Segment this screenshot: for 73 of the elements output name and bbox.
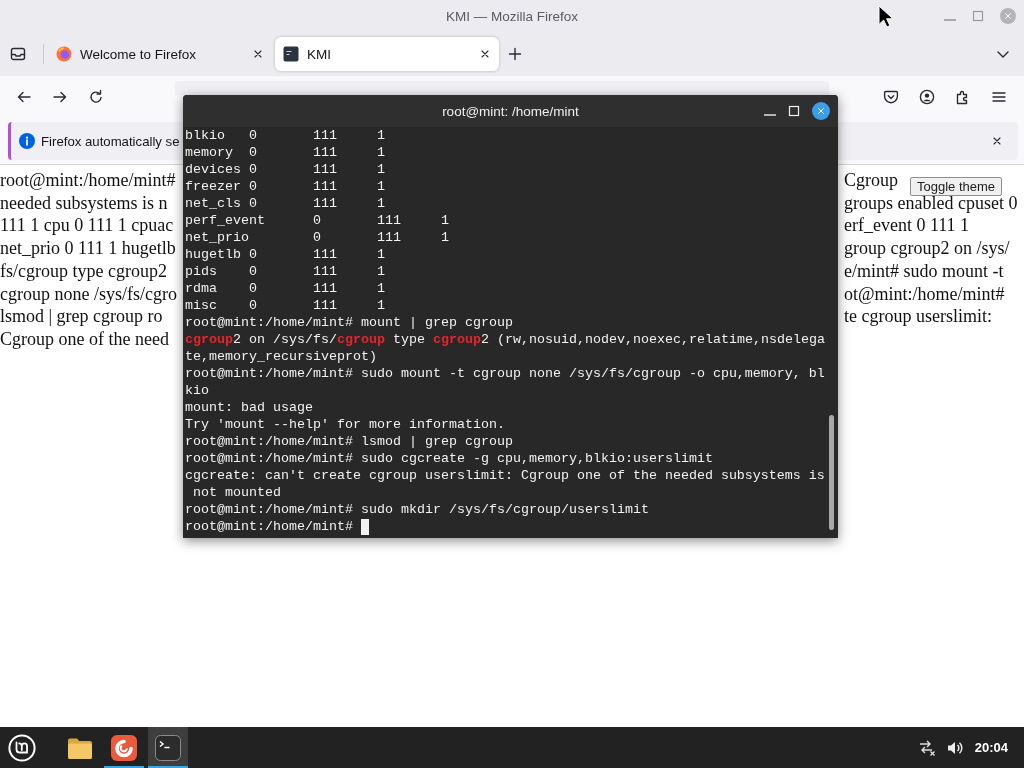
maximize-icon bbox=[972, 10, 984, 22]
tray-icon bbox=[10, 46, 26, 62]
terminal-line: cgcreate: can't create cgroup userslimit: Cgroup one of the needed subsystems is bbox=[185, 467, 826, 484]
info-icon bbox=[19, 133, 35, 149]
close-icon bbox=[816, 106, 826, 116]
terminal-line: devices 0 111 1 bbox=[185, 161, 386, 178]
terminal-line: misc 0 111 1 bbox=[185, 297, 386, 314]
tooltip: Toggle theme bbox=[910, 177, 1003, 196]
terminal-line: kio bbox=[185, 382, 210, 399]
terminal-line: cgroup2 on /sys/fs/cgroup type cgroup2 (rw,nosuid,nodev,noexec,relatime,nsdelega bbox=[185, 331, 826, 348]
terminal-icon bbox=[154, 733, 182, 762]
page-text: cgroup none /sys/fs/cgro bbox=[0, 282, 177, 306]
terminal-line: not mounted bbox=[192, 484, 282, 501]
scrollbar-thumb[interactable] bbox=[829, 415, 834, 530]
page-favicon-icon bbox=[283, 46, 299, 62]
terminal-line: pids 0 111 1 bbox=[185, 263, 386, 280]
back-icon bbox=[16, 89, 32, 105]
terminal-line: perf_event 0 111 1 bbox=[185, 212, 450, 229]
minimize-icon bbox=[944, 19, 956, 21]
page-text: needed subsystems is n bbox=[0, 191, 168, 215]
terminal-line: hugetlb 0 111 1 bbox=[185, 246, 386, 263]
clock: 20:04 bbox=[974, 740, 1008, 755]
terminal-line: freezer 0 111 1 bbox=[185, 178, 386, 195]
terminal-line: te,memory_recursiveprot) bbox=[185, 348, 378, 365]
mouse-pointer-icon bbox=[878, 5, 894, 28]
plus-icon bbox=[507, 46, 523, 62]
terminal-line: rdma 0 111 1 bbox=[185, 280, 386, 297]
page-text: e/mint# sudo mount -t bbox=[844, 259, 1004, 283]
browser-tab[interactable]: Welcome to Firefox bbox=[48, 37, 272, 71]
terminal-line: root@mint:/home/mint# bbox=[185, 518, 353, 535]
reload-icon bbox=[88, 89, 104, 105]
terminal-line: mount: bad usage bbox=[185, 399, 314, 416]
maximize-icon bbox=[788, 105, 800, 117]
account-icon bbox=[919, 89, 935, 105]
window-title: KMI — Mozilla Firefox bbox=[446, 8, 578, 24]
url-field[interactable] bbox=[175, 81, 829, 95]
menu-icon bbox=[991, 89, 1007, 105]
terminal-line: blkio 0 111 1 bbox=[185, 127, 386, 144]
close-icon bbox=[991, 135, 1003, 147]
terminal-line: root@mint:/home/mint# mount | grep cgroup bbox=[185, 314, 514, 331]
page-text: lsmod | grep cgroup ro bbox=[0, 305, 163, 328]
terminal-line: root@mint:/home/mint# lsmod | grep cgroup bbox=[185, 433, 514, 450]
browser-tab[interactable]: KMI bbox=[275, 37, 499, 71]
close-icon bbox=[479, 48, 491, 60]
close-button[interactable] bbox=[812, 102, 830, 120]
page-text: erf_event 0 111 1 bbox=[844, 214, 970, 238]
circle-logo-icon bbox=[8, 733, 36, 762]
terminal-line: Try 'mount --help' for more information. bbox=[185, 416, 506, 433]
pouch-icon bbox=[883, 89, 899, 105]
close-icon bbox=[252, 48, 264, 60]
terminal-line: net_cls 0 111 1 bbox=[185, 195, 386, 212]
terminal-line: memory 0 111 1 bbox=[185, 144, 386, 161]
network-off-icon bbox=[917, 738, 936, 757]
page-text: net_prio 0 111 1 hugetlb bbox=[0, 237, 176, 260]
page-text: Cgroup bbox=[844, 169, 898, 192]
forward-icon bbox=[52, 89, 68, 105]
page-text: root@mint:/home/mint# bbox=[0, 169, 176, 192]
swirl-logo-icon bbox=[110, 733, 138, 762]
page-text: ot@mint:/home/mint# bbox=[844, 282, 1005, 306]
page-text: 111 1 cpu 0 111 1 cpuac bbox=[0, 214, 174, 238]
notification-text: Firefox automatically se bbox=[41, 133, 180, 149]
minimize-icon bbox=[764, 114, 776, 116]
page-text: fs/cgroup type cgroup2 bbox=[0, 259, 167, 283]
page-text: group cgroup2 on /sys/ bbox=[844, 237, 1010, 260]
terminal-title: root@mint: /home/mint bbox=[442, 103, 579, 119]
terminal-line: root@mint:/home/mint# sudo mount -t cgroup none /sys/fs/cgroup -o cpu,memory, bl bbox=[185, 365, 826, 382]
terminal-line: net_prio 0 111 1 bbox=[185, 229, 450, 246]
terminal-line: root@mint:/home/mint# sudo cgcreate -g cpu,memory,blkio:userslimit bbox=[185, 450, 714, 467]
orb-logo-icon bbox=[56, 46, 72, 62]
page-text: te cgroup userslimit: bbox=[844, 305, 992, 328]
page-text: Cgroup one of the need bbox=[0, 327, 169, 351]
terminal-line: root@mint:/home/mint# sudo mkdir /sys/fs/cgroup/userslimit bbox=[185, 501, 650, 518]
close-icon bbox=[1003, 11, 1013, 21]
